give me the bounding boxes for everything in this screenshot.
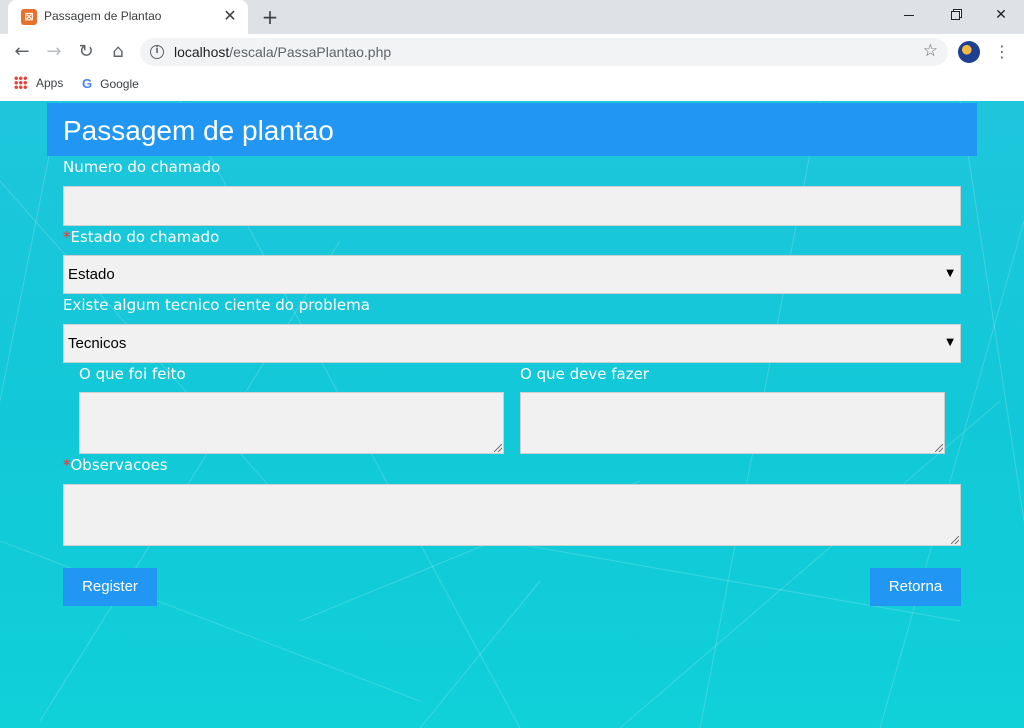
- dropdown-caret-icon: ▼: [946, 268, 954, 279]
- google-icon: G: [82, 76, 93, 91]
- tab-title: Passagem de Plantao: [44, 9, 162, 23]
- url-host: localhost: [174, 44, 230, 60]
- browser-tab[interactable]: ⊠ Passagem de Plantao ✕: [8, 0, 248, 34]
- maximize-icon[interactable]: [932, 0, 978, 30]
- back-arrow-icon[interactable]: ←: [8, 38, 36, 66]
- resize-handle-icon[interactable]: [935, 444, 943, 452]
- tecnico-select-value: Tecnicos: [68, 335, 127, 352]
- reload-icon[interactable]: ↻: [72, 38, 100, 66]
- numero-label: Numero do chamado: [63, 158, 221, 176]
- register-button[interactable]: Register: [63, 568, 157, 606]
- estado-label-text: Estado do chamado: [70, 228, 220, 246]
- bookmark-star-icon[interactable]: ☆: [923, 41, 938, 61]
- resize-handle-icon[interactable]: [494, 444, 502, 452]
- obs-label-text: Observacoes: [70, 456, 168, 474]
- xampp-favicon-icon: ⊠: [21, 9, 37, 25]
- fazer-textarea[interactable]: [520, 392, 945, 454]
- obs-label: *Observacoes: [63, 456, 168, 474]
- home-icon[interactable]: ⌂: [104, 38, 132, 66]
- numero-input[interactable]: [63, 186, 961, 226]
- address-bar[interactable]: i localhost/escala/PassaPlantao.php ☆: [140, 38, 948, 66]
- page-title: Passagem de plantao: [63, 115, 334, 146]
- info-icon[interactable]: i: [150, 45, 164, 59]
- kebab-menu-icon[interactable]: ⋮: [992, 40, 1012, 64]
- bookmark-google-label: Google: [100, 77, 139, 91]
- minimize-icon[interactable]: [886, 0, 932, 30]
- tab-strip: ⊠ Passagem de Plantao ✕ + ✕: [0, 0, 1024, 34]
- profile-avatar[interactable]: [958, 41, 980, 63]
- bookmark-apps-label: Apps: [36, 76, 64, 90]
- apps-grid-icon: [14, 76, 27, 89]
- url-path: /escala/PassaPlantao.php: [229, 44, 392, 60]
- obs-textarea[interactable]: [63, 484, 961, 546]
- page-content: Passagem de plantao Numero do chamado *E…: [0, 101, 1024, 728]
- close-window-icon[interactable]: ✕: [978, 0, 1024, 30]
- browser-toolbar: ← → ↻ ⌂ i localhost/escala/PassaPlantao.…: [0, 34, 1024, 70]
- estado-label: *Estado do chamado: [63, 228, 219, 246]
- new-tab-icon[interactable]: +: [258, 5, 282, 29]
- dropdown-caret-icon: ▼: [946, 337, 954, 348]
- url-text[interactable]: localhost/escala/PassaPlantao.php: [174, 44, 391, 60]
- required-mark: *: [63, 228, 71, 246]
- tecnico-select[interactable]: Tecnicos ▼: [63, 324, 961, 363]
- forward-arrow-icon[interactable]: →: [40, 38, 68, 66]
- feito-label: O que foi feito: [79, 365, 186, 383]
- close-tab-icon[interactable]: ✕: [220, 6, 240, 26]
- bookmarks-bar: Apps G Google: [0, 70, 1024, 100]
- retorna-button[interactable]: Retorna: [870, 568, 961, 606]
- resize-handle-icon[interactable]: [951, 536, 959, 544]
- tecnico-label: Existe algum tecnico ciente do problema: [63, 296, 370, 314]
- fazer-label: O que deve fazer: [520, 365, 649, 383]
- bookmark-google[interactable]: G Google: [82, 76, 139, 91]
- feito-textarea[interactable]: [79, 392, 504, 454]
- estado-select[interactable]: Estado ▼: [63, 255, 961, 294]
- required-mark: *: [63, 456, 71, 474]
- estado-select-value: Estado: [68, 266, 115, 283]
- bookmark-apps[interactable]: Apps: [14, 76, 63, 90]
- page-header: Passagem de plantao: [47, 103, 977, 156]
